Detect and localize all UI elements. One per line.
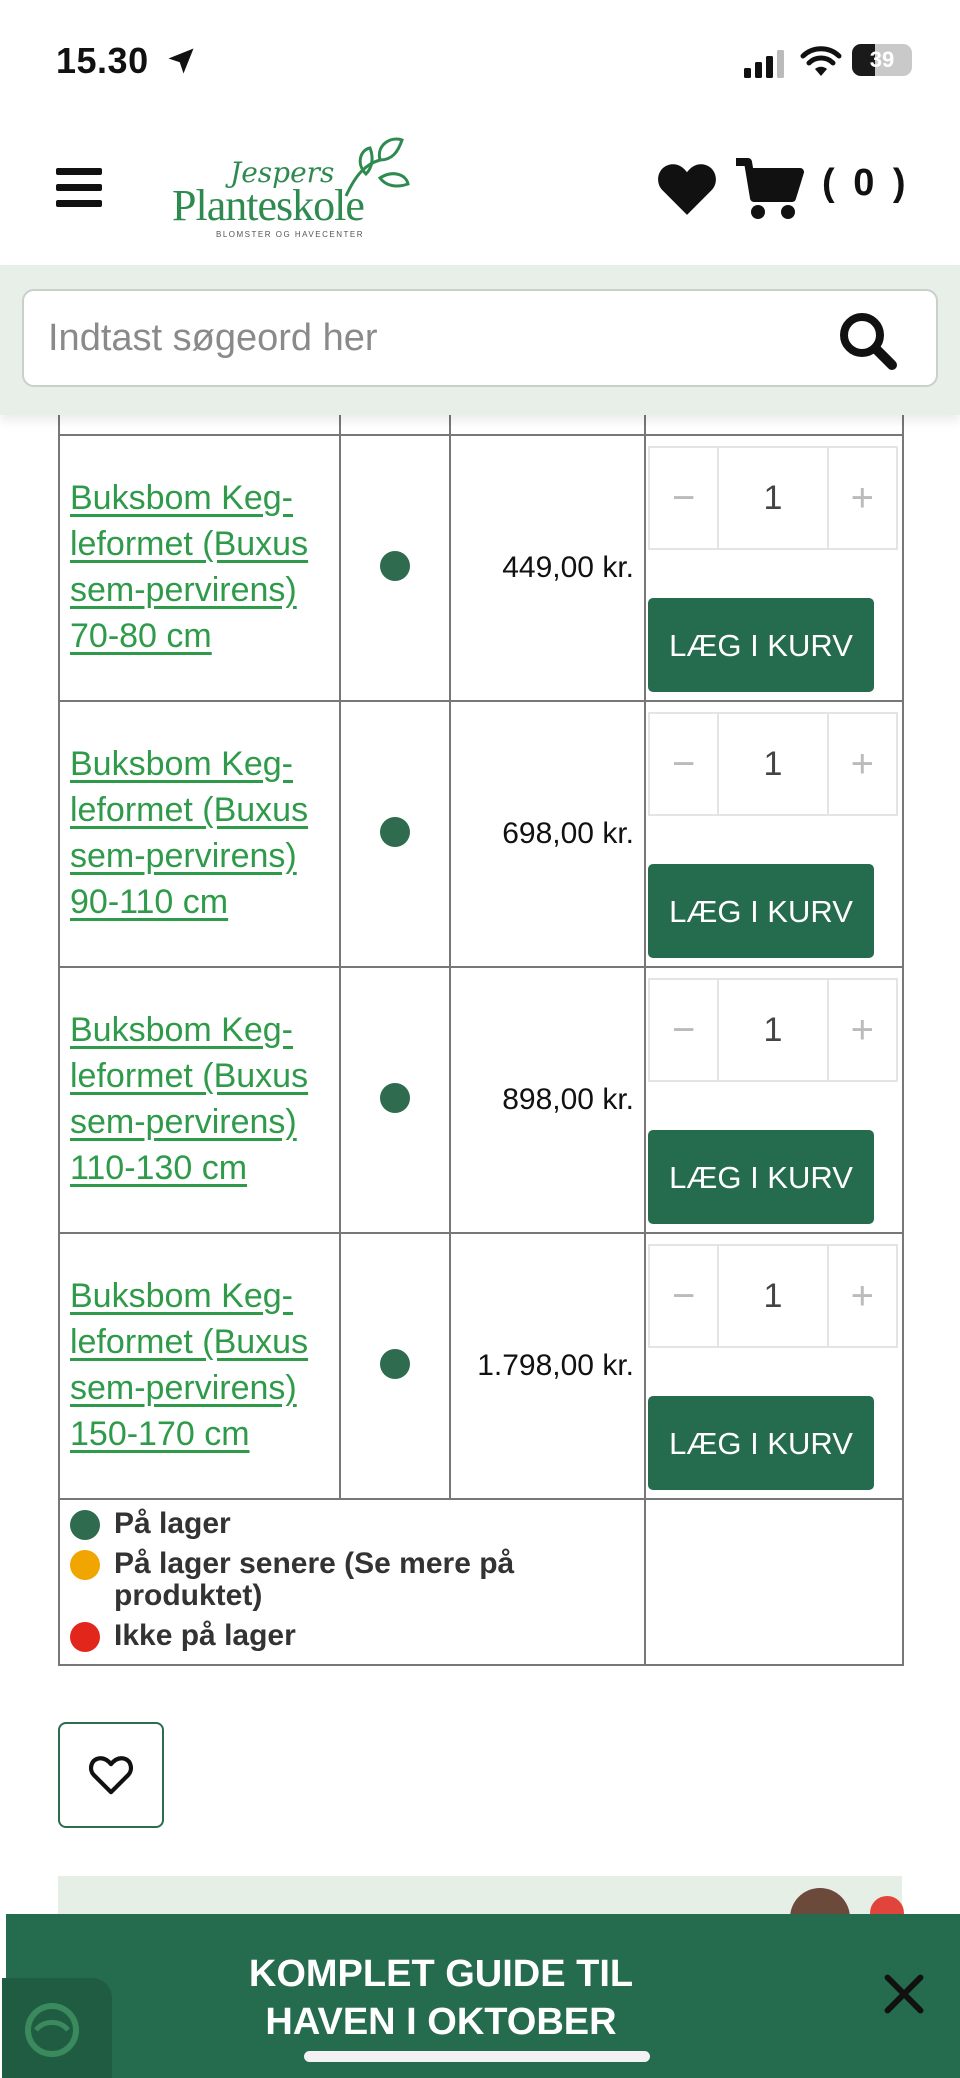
legend-item: På lager [70,1508,636,1540]
wifi-icon [800,46,842,76]
battery-percent: 39 [869,47,895,72]
product-price: 898,00 kr. [449,966,646,1234]
stock-status-dot [380,1348,410,1379]
guide-banner-line2: HAVEN I OKTOBER [265,2001,617,2043]
product-link[interactable]: Buksbom Keg-leformet (Buxus sem-perviren… [70,745,308,921]
stock-status-dot [380,550,410,581]
chat-widget-icon[interactable] [2,1978,112,2078]
site-logo[interactable]: Jespers Planteskole BLOMSTER OG HAVECENT… [170,130,420,240]
stock-status-dot [380,816,410,847]
site-header: Jespers Planteskole BLOMSTER OG HAVECENT… [0,120,960,265]
qty-minus-button[interactable]: − [648,446,720,550]
status-bar: 15.30 39 [0,0,960,120]
qty-minus-button[interactable]: − [648,978,720,1082]
cellular-signal-icon [744,50,784,78]
stock-status-dot [380,1082,410,1113]
add-to-wishlist-button[interactable] [58,1722,164,1828]
variant-table: Buksbom Keg-leformet (Buxus sem-perviren… [58,342,904,1666]
close-icon[interactable] [882,1972,926,2016]
product-price: 698,00 kr. [449,700,646,968]
legend-item: På lager senere (Se mere på produktet) [70,1548,636,1612]
table-row: Buksbom Keg-leformet (Buxus sem-perviren… [58,700,904,968]
qty-value[interactable]: 1 [719,978,827,1082]
qty-minus-button[interactable]: − [648,712,720,816]
table-row: Buksbom Keg-leformet (Buxus sem-perviren… [58,966,904,1234]
qty-minus-button[interactable]: − [648,1244,720,1348]
legend-label: På lager [114,1507,231,1540]
logo-subtitle: BLOMSTER OG HAVECENTER [216,230,364,239]
product-price: 449,00 kr. [449,434,646,702]
quantity-stepper: − 1 + [648,1244,898,1348]
add-to-cart-button[interactable]: LÆG I KURV [648,598,874,692]
table-row: Buksbom Keg-leformet (Buxus sem-perviren… [58,434,904,702]
add-to-cart-button[interactable]: LÆG I KURV [648,1130,874,1224]
qty-value[interactable]: 1 [719,1244,827,1348]
legend-label: På lager senere (Se mere på produktet) [114,1547,515,1612]
search-box [22,289,938,387]
heart-outline-icon [88,1756,134,1795]
quantity-stepper: − 1 + [648,712,898,816]
search-input[interactable] [48,291,828,385]
quantity-stepper: − 1 + [648,978,898,1082]
legend-label: Ikke på lager [114,1619,296,1652]
product-link[interactable]: Buksbom Keg-leformet (Buxus sem-perviren… [70,1011,308,1187]
stock-legend: På lager På lager senere (Se mere på pro… [58,1498,646,1666]
search-bar [0,265,960,415]
qty-plus-button[interactable]: + [826,1244,898,1348]
add-to-cart-button[interactable]: LÆG I KURV [648,1396,874,1490]
product-price: 1.798,00 kr. [449,1232,646,1500]
stock-legend-row: På lager På lager senere (Se mere på pro… [58,1498,904,1666]
qty-value[interactable]: 1 [719,446,827,550]
qty-value[interactable]: 1 [719,712,827,816]
logo-leaf-icon [344,137,410,197]
cart-count[interactable]: ( 0 ) [822,162,910,205]
qty-plus-button[interactable]: + [826,978,898,1082]
qty-plus-button[interactable]: + [826,712,898,816]
wishlist-heart-icon[interactable] [656,160,718,218]
promo-strip [58,1876,902,1916]
legend-dot-red [70,1622,100,1652]
location-arrow-icon [168,48,194,74]
legend-item: Ikke på lager [70,1620,636,1652]
product-link[interactable]: Buksbom Keg-leformet (Buxus sem-perviren… [70,1277,308,1453]
guide-banner-line1: KOMPLET GUIDE TIL [248,1953,634,1995]
menu-hamburger-icon[interactable] [56,168,102,208]
qty-plus-button[interactable]: + [826,446,898,550]
status-time: 15.30 [56,40,149,81]
legend-dot-yellow [70,1550,100,1580]
quantity-stepper: − 1 + [648,446,898,550]
guide-banner-text: KOMPLET GUIDE TIL HAVEN I OKTOBER [156,1950,726,2046]
search-icon[interactable] [838,311,898,371]
battery-indicator: 39 [852,44,912,76]
shopping-cart-icon[interactable] [736,158,804,220]
table-row: Buksbom Keg-leformet (Buxus sem-perviren… [58,1232,904,1500]
add-to-cart-button[interactable]: LÆG I KURV [648,864,874,958]
home-indicator [304,2051,650,2062]
legend-dot-green [70,1510,100,1540]
product-link[interactable]: Buksbom Keg-leformet (Buxus sem-perviren… [70,479,308,655]
